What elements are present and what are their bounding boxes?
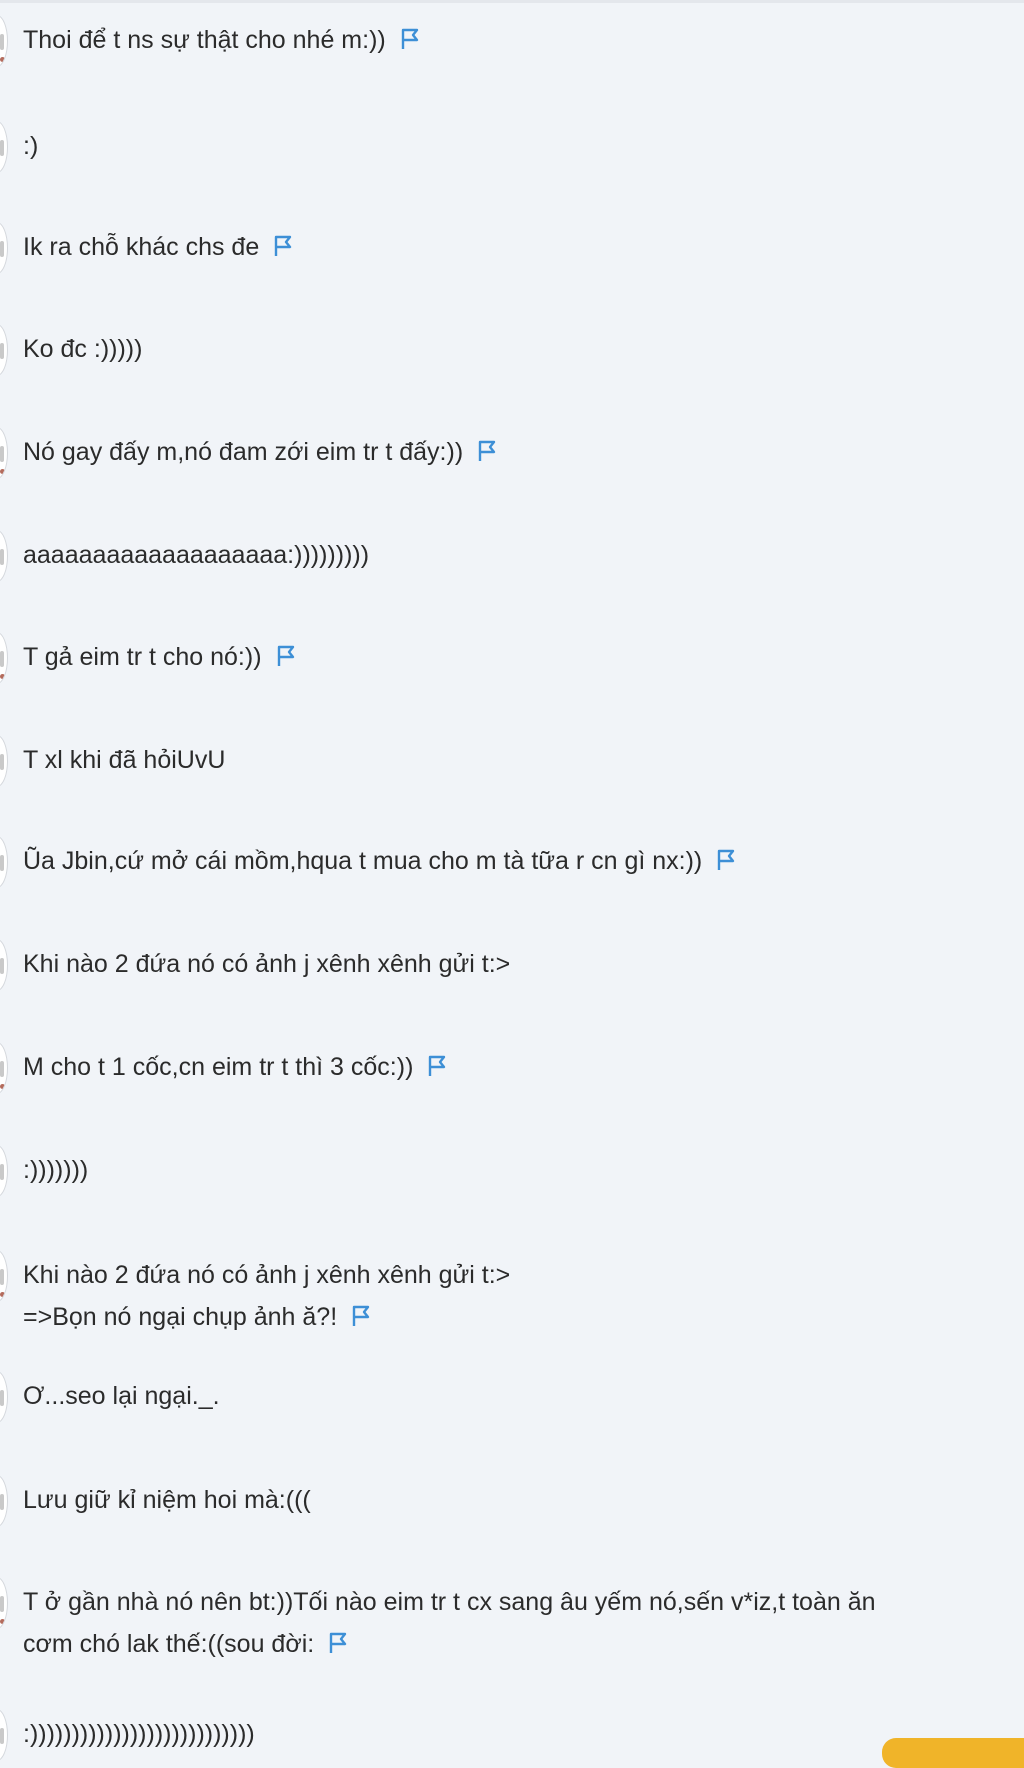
avatar[interactable] [0, 1475, 8, 1527]
flag-icon[interactable] [400, 27, 420, 51]
avatar[interactable] [0, 1371, 8, 1423]
avatar[interactable] [0, 632, 8, 684]
avatar[interactable] [0, 1042, 8, 1094]
message-text: Thoi để t ns sự thật cho nhé m:)) [23, 20, 420, 60]
message-line: Khi nào 2 đứa nó có ảnh j xênh xênh gửi … [23, 950, 511, 978]
message-text: :))))))))))))))))))))))))))) [23, 1714, 255, 1754]
message-line: cơm chó lak thế:((sou đời: [23, 1630, 315, 1658]
message-line: M cho t 1 cốc,cn eim tr t thì 3 cốc:)) [23, 1053, 414, 1081]
avatar[interactable] [0, 939, 8, 991]
flag-icon[interactable] [328, 1631, 348, 1655]
avatar[interactable] [0, 427, 8, 479]
message-text: T gả eim tr t cho nó:)) [23, 637, 296, 677]
flag-icon[interactable] [273, 234, 293, 258]
message-text: Nó gay đấy m,nó đam zới eim tr t đấy:)) [23, 432, 497, 472]
avatar[interactable] [0, 121, 8, 173]
avatar[interactable] [0, 1145, 8, 1197]
message-line: Ơ...seo lại ngại._. [23, 1382, 220, 1410]
flag-icon[interactable] [351, 1304, 371, 1328]
message-text: :))))))) [23, 1150, 88, 1190]
flag-icon[interactable] [427, 1054, 447, 1078]
message-line: Lưu giữ kỉ niệm hoi mà:((( [23, 1486, 311, 1514]
avatar[interactable] [0, 530, 8, 582]
message-line: Ik ra chỗ khác chs đe [23, 233, 260, 261]
message-text: cơm chó lak thế:((sou đời: [23, 1624, 348, 1664]
message-line: Nó gay đấy m,nó đam zới eim tr t đấy:)) [23, 438, 464, 466]
message-line: :))))))) [23, 1156, 89, 1184]
avatar[interactable] [0, 324, 8, 376]
message-line: =>Bọn nó ngại chụp ảnh ă?! [23, 1303, 338, 1331]
floating-action-badge[interactable] [882, 1738, 1024, 1768]
message-line: T xl khi đã hỏiUvU [23, 746, 226, 774]
avatar[interactable] [0, 1577, 8, 1629]
message-text: =>Bọn nó ngại chụp ảnh ă?! [23, 1297, 371, 1337]
message-text: T ở gần nhà nó nên bt:))Tối nào eim tr t… [23, 1582, 876, 1622]
message-line: Ũa Jbin,cứ mở cái mồm,hqua t mua cho m t… [23, 847, 703, 875]
message-line: T ở gần nhà nó nên bt:))Tối nào eim tr t… [23, 1588, 876, 1616]
avatar[interactable] [0, 735, 8, 787]
message-text: T xl khi đã hỏiUvU [23, 740, 225, 780]
message-text: M cho t 1 cốc,cn eim tr t thì 3 cốc:)) [23, 1047, 447, 1087]
message-text: Ik ra chỗ khác chs đe [23, 227, 293, 267]
message-text: Lưu giữ kỉ niệm hoi mà:((( [23, 1480, 311, 1520]
flag-icon[interactable] [477, 439, 497, 463]
flag-icon[interactable] [716, 848, 736, 872]
message-line: aaaaaaaaaaaaaaaaaaa:))))))))) [23, 541, 370, 569]
message-line: Khi nào 2 đứa nó có ảnh j xênh xênh gửi … [23, 1261, 511, 1289]
message-text: Ơ...seo lại ngại._. [23, 1376, 220, 1416]
top-divider [0, 0, 1024, 3]
message-text: Ko đc :))))) [23, 329, 142, 369]
avatar[interactable] [0, 1709, 8, 1761]
flag-icon[interactable] [276, 644, 296, 668]
message-line: :))))))))))))))))))))))))))) [23, 1720, 255, 1748]
message-line: :) [23, 132, 39, 160]
message-text: Khi nào 2 đứa nó có ảnh j xênh xênh gửi … [23, 944, 510, 984]
message-text: :) [23, 126, 38, 166]
avatar[interactable] [0, 836, 8, 888]
message-text: aaaaaaaaaaaaaaaaaaa:))))))))) [23, 535, 369, 575]
avatar[interactable] [0, 15, 8, 67]
avatar[interactable] [0, 222, 8, 274]
message-text: Khi nào 2 đứa nó có ảnh j xênh xênh gửi … [23, 1255, 510, 1295]
avatar[interactable] [0, 1250, 8, 1302]
message-line: T gả eim tr t cho nó:)) [23, 643, 262, 671]
message-line: Thoi để t ns sự thật cho nhé m:)) [23, 26, 386, 54]
message-text: Ũa Jbin,cứ mở cái mồm,hqua t mua cho m t… [23, 841, 736, 881]
message-line: Ko đc :))))) [23, 335, 143, 363]
